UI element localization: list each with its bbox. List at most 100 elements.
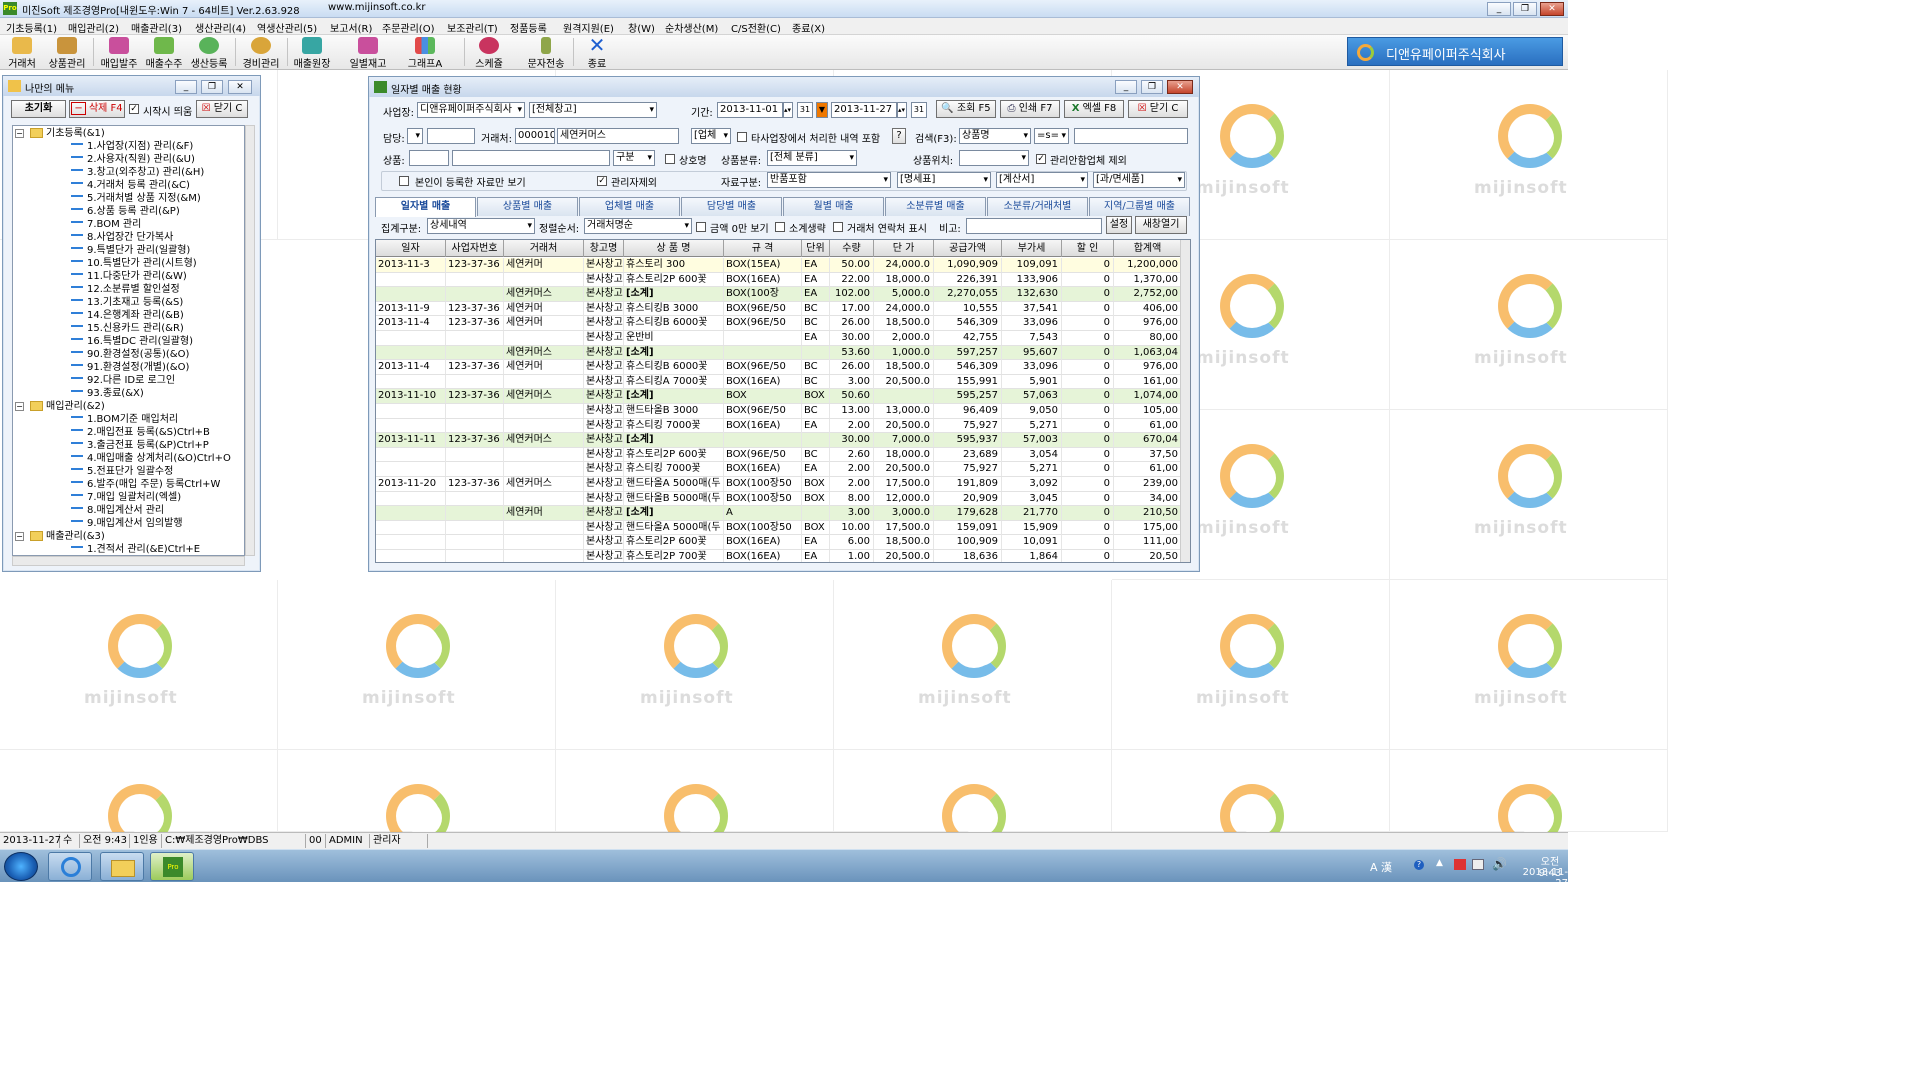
tree-item[interactable]: 7.BOM 관리 bbox=[71, 218, 141, 231]
remark-input[interactable] bbox=[966, 218, 1102, 234]
help-button[interactable]: ? bbox=[892, 128, 906, 144]
trade-name-checkbox[interactable] bbox=[665, 154, 675, 164]
sales-grid[interactable]: 일자 사업자번호 거래처 창고명 상 품 명규 격 단위 수량 단 가 공급가액 부가세 할 인 합계… bbox=[375, 239, 1191, 563]
subtotal-row[interactable]: 세연커머스 본사창고 [소계] 53.60 1,000.0 597,257 95,607 0 1… bbox=[376, 345, 1182, 361]
manager-input[interactable] bbox=[427, 128, 475, 144]
toolbar-production-button[interactable]: 생산등록 bbox=[187, 36, 231, 70]
category-select[interactable]: [전체 분류] bbox=[767, 150, 857, 166]
collapse-icon[interactable]: − bbox=[15, 531, 24, 541]
subtotal-row[interactable]: 2013-11-11 123-37-36 세연커머스 본사창고 [소계] 30.00 7,0… bbox=[376, 433, 1182, 448]
date-range-arrow-button[interactable]: ▼ bbox=[816, 102, 828, 118]
column-header[interactable]: 부가세 bbox=[1002, 240, 1062, 257]
network-tray-icon[interactable] bbox=[1472, 859, 1484, 870]
other-biz-checkbox[interactable] bbox=[737, 132, 747, 142]
date-from-input[interactable]: 2013-11-01 bbox=[717, 102, 783, 118]
tab-product-sales[interactable]: 상품별 매출 bbox=[477, 197, 578, 216]
menu-purchase[interactable]: 매입관리(2) bbox=[68, 20, 119, 35]
help-tray-icon[interactable]: ? bbox=[1414, 860, 1424, 870]
gubun-select[interactable]: 구분 bbox=[613, 150, 655, 166]
my-menu-close-button[interactable]: ☒ 닫기 C bbox=[196, 100, 248, 118]
invoice-select[interactable]: [계산서] bbox=[996, 172, 1088, 188]
restore-button[interactable]: ❐ bbox=[1513, 2, 1537, 16]
toolbar-expense-button[interactable]: 경비관리 bbox=[239, 36, 283, 70]
menu-reverse-production[interactable]: 역생산관리(5) bbox=[257, 20, 317, 35]
report-close-x-button[interactable]: ✕ bbox=[1167, 80, 1193, 94]
date-from-calendar-icon[interactable]: 31 bbox=[797, 102, 813, 118]
table-row[interactable]: 본사창고 휴스티킹 7000꽃 BOX(16EA) EA 2.00 20,500.0 75,… bbox=[376, 462, 1182, 477]
search-input[interactable] bbox=[1074, 128, 1188, 144]
column-header[interactable]: 일자 bbox=[376, 240, 446, 257]
tree-item[interactable]: 3.출금전표 등록(&P)Ctrl+P bbox=[71, 439, 209, 452]
table-row[interactable]: 본사창고 핸드타올B 3000 BOX(96E/50 BC 13.00 13,000.0 9… bbox=[376, 404, 1182, 419]
print-button[interactable]: ⎙ 인쇄 F7 bbox=[1000, 100, 1060, 118]
collapse-icon[interactable]: − bbox=[15, 401, 24, 411]
warehouse-select[interactable]: [전체창고] bbox=[529, 102, 657, 118]
collapse-icon[interactable]: − bbox=[15, 128, 24, 138]
pro-app-taskbar-button[interactable]: Pro bbox=[150, 852, 194, 881]
toolbar-exit-button[interactable]: ✕ 종료 bbox=[577, 35, 617, 70]
tree-item[interactable]: 90.환경설정(공통)(&O) bbox=[71, 348, 189, 361]
sort-select[interactable]: 거래처명순 bbox=[584, 218, 692, 234]
column-header[interactable]: 공급가액 bbox=[934, 240, 1002, 257]
tree-folder[interactable]: − 매입관리(&2) bbox=[15, 400, 105, 413]
toolbar-graph-button[interactable]: 그래프A bbox=[403, 36, 447, 70]
tab-manager-sales[interactable]: 담당별 매출 bbox=[681, 197, 782, 216]
tab-region-group-sales[interactable]: 지역/그룹별 매출 bbox=[1089, 197, 1190, 216]
subtotal-row[interactable]: 세연커머스 본사창고 [소계] BOX(100장 EA 102.00 5,000.0 2,27… bbox=[376, 287, 1182, 302]
toolbar-ledger-button[interactable]: 매출원장 bbox=[290, 36, 334, 70]
column-header[interactable]: 사업자번호 bbox=[446, 240, 504, 257]
table-row[interactable]: 2013-11-3 123-37-36 세연커머 본사창고 휴스토리 300 BOX(15… bbox=[376, 258, 1182, 273]
tree-item[interactable]: 91.환경설정(개별)(&O) bbox=[71, 361, 189, 374]
column-header[interactable]: 합계액 bbox=[1114, 240, 1182, 257]
date-to-input[interactable]: 2013-11-27 bbox=[831, 102, 897, 118]
table-row[interactable]: 본사창고 휴스토리2P 600꽃 BOX(16EA) EA 22.00 18,000.0 2… bbox=[376, 272, 1182, 288]
tab-monthly-sales[interactable]: 월별 매출 bbox=[783, 197, 884, 216]
tree-folder[interactable]: − 기초등록(&1) bbox=[15, 127, 105, 140]
contact-checkbox[interactable] bbox=[833, 222, 843, 232]
search-operator-select[interactable]: =s= bbox=[1034, 128, 1069, 144]
zero-amount-checkbox[interactable] bbox=[696, 222, 706, 232]
tab-subcategory-sales[interactable]: 소분류별 매출 bbox=[885, 197, 986, 216]
table-row[interactable]: 본사창고 핸드타올B 5000매(두 BOX(100장50 BOX 8.00 12,000… bbox=[376, 491, 1182, 507]
tray-arrow-icon[interactable]: ▲ bbox=[1436, 858, 1443, 868]
table-row[interactable]: 본사창고 휴스토리2P 600꽃 BOX(96E/50 BC 2.60 18,000.0 2… bbox=[376, 447, 1182, 463]
column-header[interactable]: 상 품 명 bbox=[624, 240, 724, 257]
start-button[interactable] bbox=[4, 852, 38, 881]
tree-vertical-scrollbar[interactable] bbox=[245, 125, 255, 556]
my-menu-minimize-button[interactable]: _ bbox=[175, 80, 197, 94]
date-to-spinner[interactable]: ▴▾ bbox=[897, 102, 907, 118]
date-from-spinner[interactable]: ▴▾ bbox=[783, 102, 793, 118]
tree-item[interactable]: 1.사업장(지점) 관리(&F) bbox=[71, 140, 193, 153]
my-menu-restore-button[interactable]: ❐ bbox=[201, 80, 223, 94]
toolbar-sms-button[interactable]: 문자전송 bbox=[524, 36, 568, 70]
tree-item[interactable]: 9.매입계산서 임의발행 bbox=[71, 517, 183, 530]
tree-item[interactable]: 13.기초재고 등록(&S) bbox=[71, 296, 183, 309]
table-row[interactable]: 본사창고 휴스토리2P 600꽃 BOX(16EA) EA 6.00 18,500.0 10… bbox=[376, 535, 1182, 550]
tree-item[interactable]: 10.특별단가 관리(시트형) bbox=[71, 257, 197, 270]
column-header[interactable]: 단 가 bbox=[874, 240, 934, 257]
client-code-input[interactable]: 000010 bbox=[515, 128, 555, 144]
tree-item[interactable]: 15.신용카드 관리(&R) bbox=[71, 322, 184, 335]
startup-checkbox[interactable]: ✓ bbox=[129, 104, 139, 114]
tree-item[interactable]: 4.거래처 등록 관리(&C) bbox=[71, 179, 190, 192]
manager-select[interactable] bbox=[407, 128, 423, 144]
toolbar-product-button[interactable]: 상품관리 bbox=[45, 36, 89, 70]
toolbar-schedule-button[interactable]: 스케쥴 bbox=[467, 36, 511, 70]
tree-item[interactable]: 8.사업장간 단가복사 bbox=[71, 231, 173, 244]
ime-indicator[interactable]: A 漢 bbox=[1370, 859, 1392, 875]
tree-item[interactable]: 93.종료(&X) bbox=[71, 387, 144, 400]
bizplace-select[interactable]: 디앤유페이퍼주식회사 bbox=[417, 102, 525, 118]
column-header[interactable]: 단위 bbox=[802, 240, 830, 257]
tree-item[interactable]: 14.은행계좌 관리(&B) bbox=[71, 309, 184, 322]
client-type-select[interactable]: [업체 bbox=[691, 128, 731, 144]
tree-folder[interactable]: − 매출관리(&3) bbox=[15, 530, 105, 543]
column-header[interactable]: 규 격 bbox=[724, 240, 802, 257]
table-row[interactable]: 본사창고 휴스티킹A 7000꽃 BOX(16EA) BC 3.00 20,500.0 15… bbox=[376, 374, 1182, 390]
close-button[interactable]: ✕ bbox=[1540, 2, 1564, 16]
flag-tray-icon[interactable] bbox=[1454, 859, 1466, 870]
settings-button[interactable]: 설정 bbox=[1106, 216, 1132, 234]
tree-item[interactable]: 5.거래처별 상품 지정(&M) bbox=[71, 192, 201, 205]
table-row[interactable]: 2013-11-20 123-37-36 세연커머스 본사창고 핸드타올A 5000매(… bbox=[376, 477, 1182, 492]
menu-basic[interactable]: 기초등록(1) bbox=[6, 20, 57, 35]
toolbar-sales-button[interactable]: 매출수주 bbox=[142, 36, 186, 70]
